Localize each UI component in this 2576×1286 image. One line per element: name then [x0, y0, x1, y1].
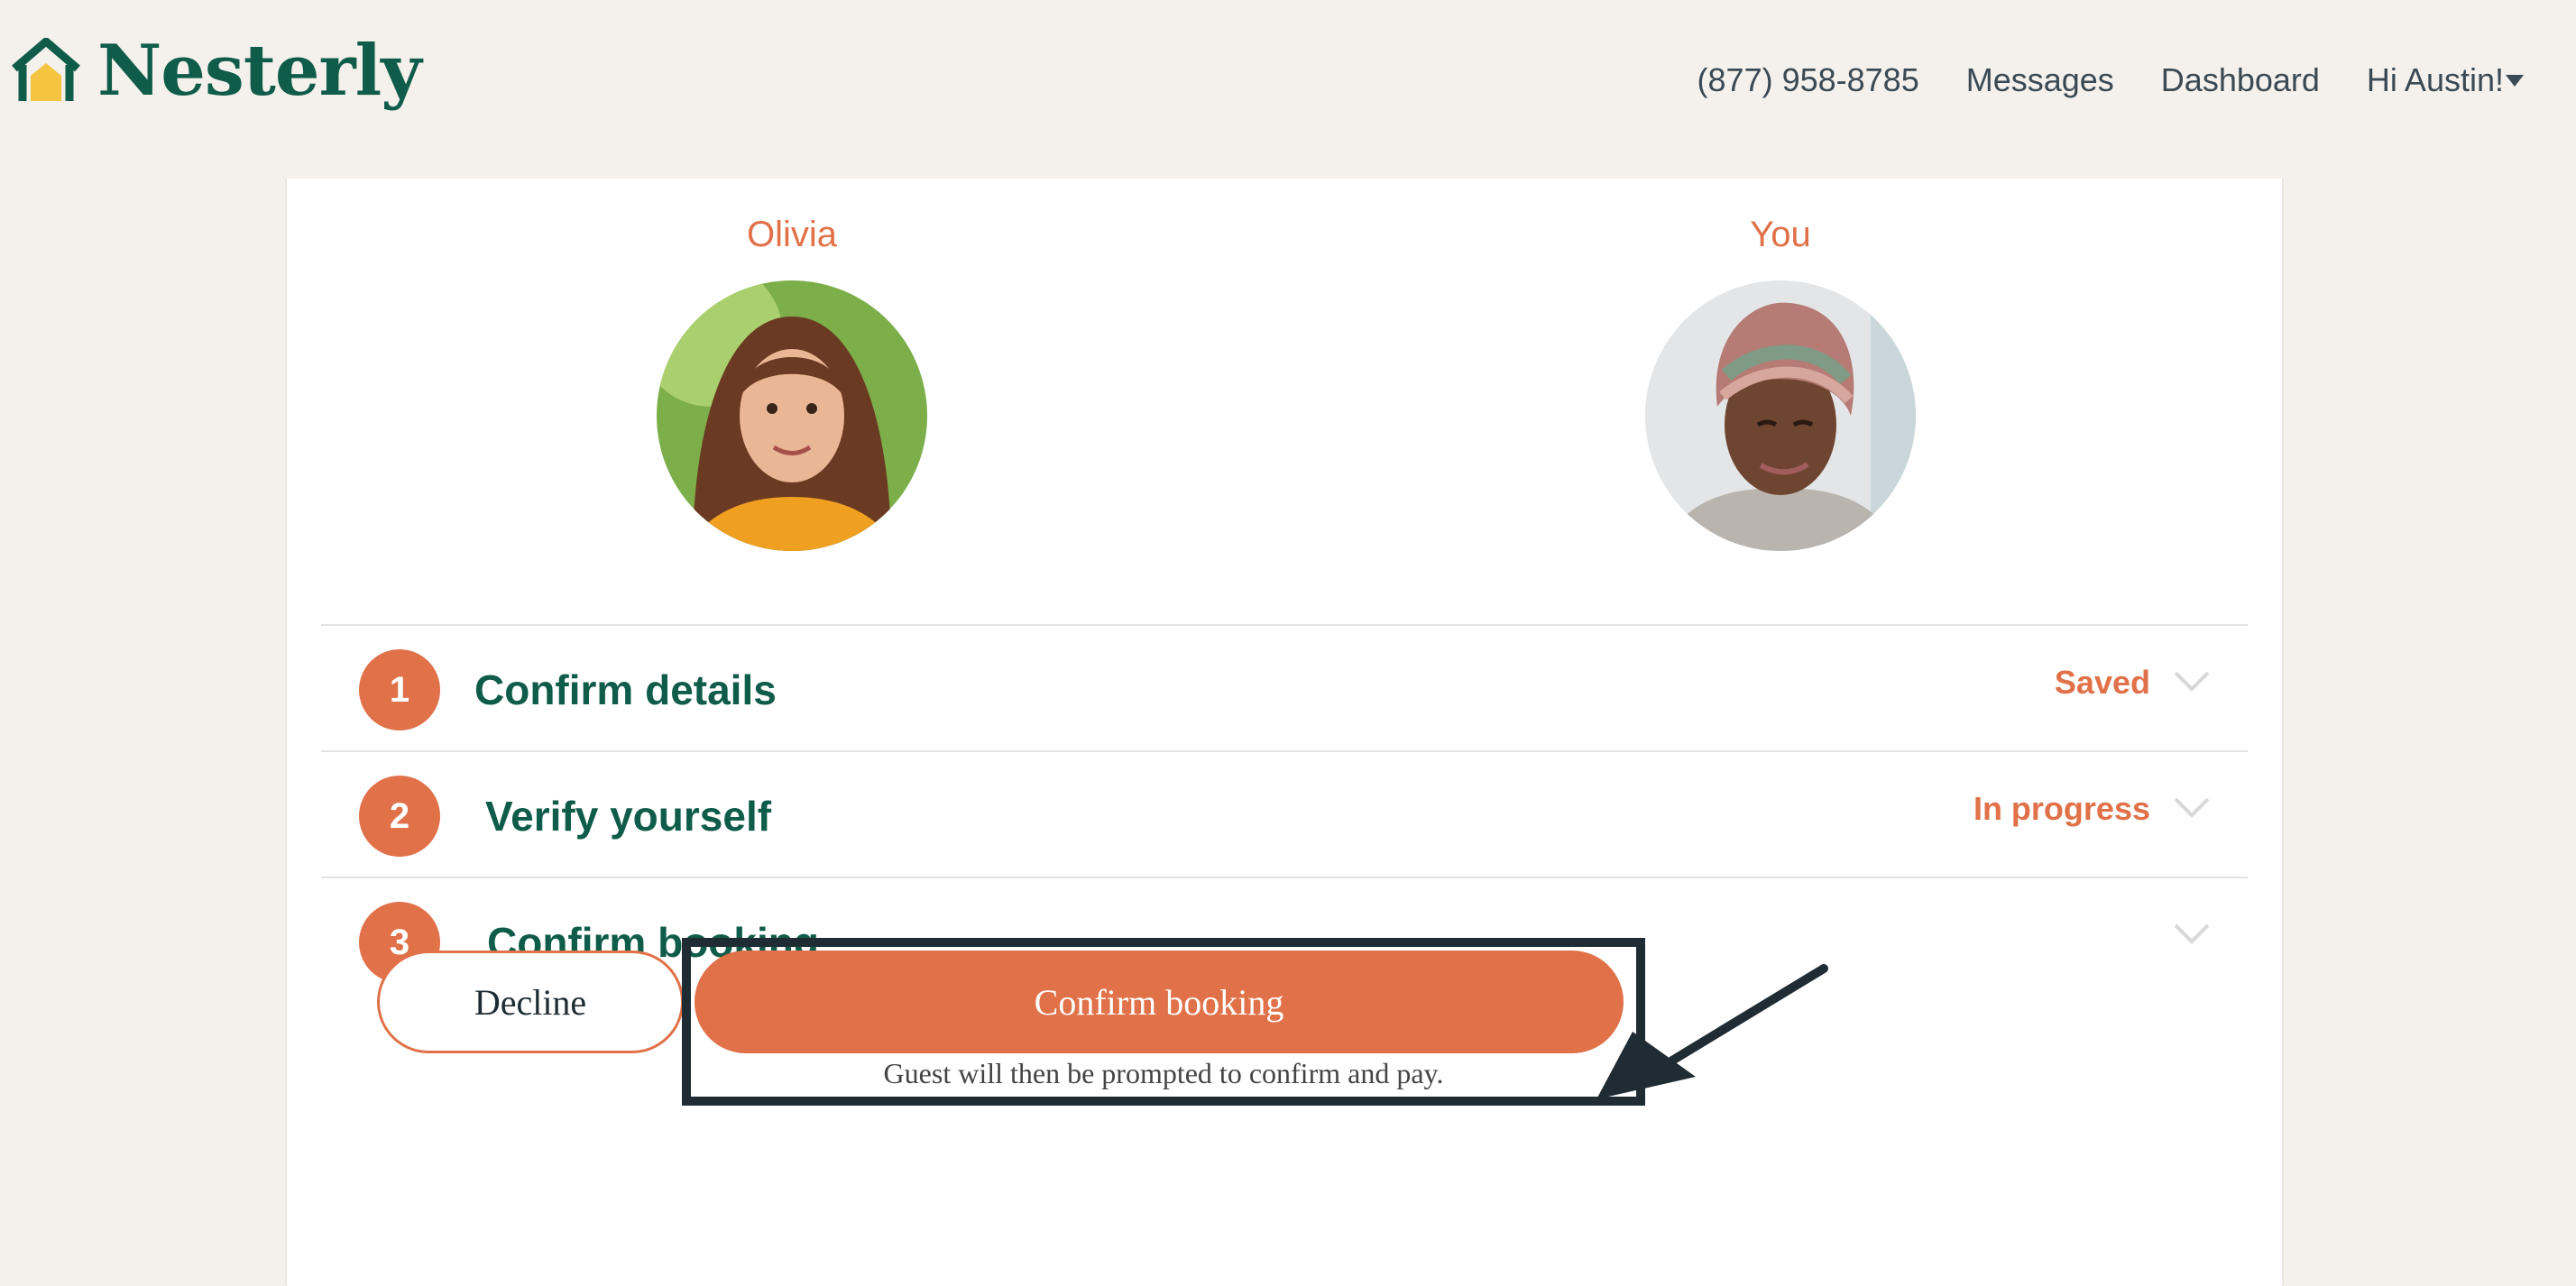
step-status: Saved — [2054, 664, 2150, 701]
chevron-down-icon[interactable] — [2172, 667, 2212, 694]
dashboard-link[interactable]: Dashboard — [2161, 61, 2320, 99]
step-title: Verify yourself — [485, 793, 772, 840]
chevron-down-icon[interactable] — [2172, 794, 2212, 821]
step-status: In progress — [1973, 790, 2150, 827]
brand-name: Nesterly — [97, 30, 422, 112]
avatar — [1645, 280, 1916, 551]
step-verify-yourself[interactable]: 2 Verify yourself In progress — [321, 752, 2248, 877]
user-greeting: Hi Austin! — [2366, 61, 2504, 98]
participant-name: Olivia — [746, 215, 838, 254]
annotation-arrow-icon — [1596, 964, 1828, 1099]
participant-guest: Olivia — [657, 215, 927, 551]
decline-button[interactable]: Decline — [377, 951, 684, 1053]
step-number-badge: 1 — [359, 649, 440, 730]
avatar-photo — [657, 280, 927, 551]
confirm-booking-button[interactable]: Confirm booking — [695, 951, 1624, 1053]
step-confirm-details[interactable]: 1 Confirm details Saved — [321, 626, 2248, 750]
step-title: Confirm details — [474, 666, 777, 713]
top-nav: (877) 958-8785 Messages Dashboard Hi Aus… — [1651, 61, 2524, 99]
chevron-down-icon[interactable] — [2172, 920, 2212, 947]
house-icon — [12, 38, 80, 101]
step-number-badge: 2 — [359, 776, 440, 857]
participant-name: You — [1750, 215, 1811, 254]
participant-self: You — [1645, 215, 1916, 551]
logo[interactable]: Nesterly — [11, 30, 422, 112]
avatar — [657, 280, 927, 551]
caret-down-icon — [2506, 74, 2524, 87]
user-menu[interactable]: Hi Austin! — [2367, 61, 2524, 99]
avatar-photo — [1645, 280, 1916, 551]
phone-link[interactable]: (877) 958-8785 — [1697, 61, 1919, 99]
booking-card: Olivia You 1 Confirm details Saved 2 Ver… — [285, 179, 2284, 1286]
messages-link[interactable]: Messages — [1966, 61, 2114, 99]
confirm-note: Guest will then be prompted to confirm a… — [883, 1057, 1444, 1089]
site-header: Nesterly (877) 958-8785 Messages Dashboa… — [0, 0, 2576, 180]
